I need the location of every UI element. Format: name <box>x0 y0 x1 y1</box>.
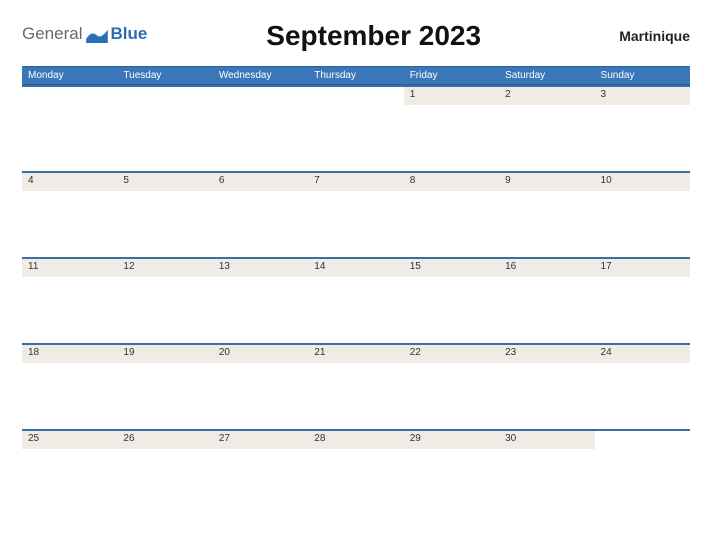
day-header: Monday <box>22 67 117 84</box>
brand-text-blue: Blue <box>110 24 147 44</box>
day-cell: 30 <box>499 431 594 449</box>
day-cell: 6 <box>213 173 308 191</box>
day-header: Saturday <box>499 67 594 84</box>
calendar-title: September 2023 <box>147 18 600 52</box>
week-row: 18192021222324 <box>22 343 690 429</box>
week-row: 11121314151617 <box>22 257 690 343</box>
day-cell: 24 <box>595 345 690 363</box>
week-row: 45678910 <box>22 171 690 257</box>
day-header-row: Monday Tuesday Wednesday Thursday Friday… <box>22 66 690 85</box>
day-header: Thursday <box>308 67 403 84</box>
day-cell: 22 <box>404 345 499 363</box>
week-body <box>22 277 690 343</box>
day-cell: 28 <box>308 431 403 449</box>
day-cell: 16 <box>499 259 594 277</box>
day-cell: 17 <box>595 259 690 277</box>
week-row: 123 <box>22 85 690 171</box>
day-cell: 19 <box>117 345 212 363</box>
week-body <box>22 363 690 429</box>
wave-icon <box>86 25 108 43</box>
day-cell: 25 <box>22 431 117 449</box>
calendar-header: General Blue September 2023 Martinique <box>22 18 690 52</box>
day-cell: 21 <box>308 345 403 363</box>
day-cell: 1 <box>404 87 499 105</box>
day-cell: 20 <box>213 345 308 363</box>
week-row: 252627282930 <box>22 429 690 515</box>
day-cell <box>213 87 308 105</box>
day-cell: 26 <box>117 431 212 449</box>
region-label: Martinique <box>600 18 690 44</box>
day-header: Wednesday <box>213 67 308 84</box>
day-cell <box>595 431 690 449</box>
day-cell: 4 <box>22 173 117 191</box>
day-cell <box>117 87 212 105</box>
day-cell <box>22 87 117 105</box>
day-cell: 23 <box>499 345 594 363</box>
day-cell: 29 <box>404 431 499 449</box>
day-cell: 10 <box>595 173 690 191</box>
day-cell: 27 <box>213 431 308 449</box>
week-body <box>22 191 690 257</box>
day-cell: 9 <box>499 173 594 191</box>
day-header: Sunday <box>595 67 690 84</box>
day-cell: 2 <box>499 87 594 105</box>
brand-text-general: General <box>22 24 82 44</box>
day-cell: 13 <box>213 259 308 277</box>
day-cell: 3 <box>595 87 690 105</box>
day-header: Friday <box>404 67 499 84</box>
day-cell: 5 <box>117 173 212 191</box>
day-header: Tuesday <box>117 67 212 84</box>
day-cell: 8 <box>404 173 499 191</box>
day-cell: 7 <box>308 173 403 191</box>
week-body <box>22 105 690 171</box>
day-cell: 18 <box>22 345 117 363</box>
week-body <box>22 449 690 515</box>
calendar-grid: Monday Tuesday Wednesday Thursday Friday… <box>22 66 690 515</box>
day-cell <box>308 87 403 105</box>
day-cell: 11 <box>22 259 117 277</box>
day-cell: 14 <box>308 259 403 277</box>
brand-logo: General Blue <box>22 18 147 44</box>
day-cell: 15 <box>404 259 499 277</box>
day-cell: 12 <box>117 259 212 277</box>
